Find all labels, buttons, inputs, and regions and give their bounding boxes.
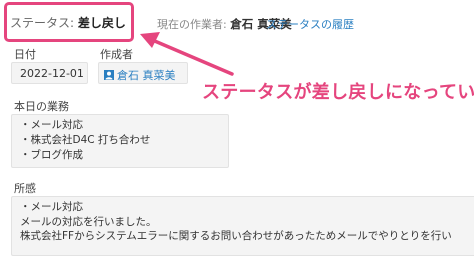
list-item: ・メール対応	[20, 119, 83, 131]
status-indicator: ステータス: 差し戻し	[10, 14, 126, 31]
list-item: ・株式会社D4C 打ち合わせ	[20, 134, 151, 146]
date-label: 日付	[14, 48, 36, 61]
impressions-label: 所感	[14, 182, 36, 195]
user-avatar-icon	[104, 70, 114, 80]
author-name-link[interactable]: 倉石 真菜美	[117, 69, 176, 82]
impressions-field: ・メール対応 メールの対応を行いました。 株式会社FFからシステムエラーに関する…	[11, 196, 474, 256]
text-line: 株式会社FFからシステムエラーに関するお問い合わせがあったためメールでやりとりを…	[20, 230, 452, 242]
status-history-link[interactable]: ステータスの履歴	[266, 16, 354, 32]
status-value: 差し戻し	[77, 16, 126, 30]
text-line: ・メール対応	[20, 201, 83, 213]
list-item: ・ブログ作成	[20, 149, 83, 161]
date-field: 2022-12-01	[11, 62, 88, 84]
status-label: ステータス:	[10, 16, 78, 30]
text-line: メールの対応を行いました。	[20, 215, 157, 228]
author-field: 倉石 真菜美	[98, 62, 188, 84]
author-label: 作成者	[100, 48, 133, 61]
business-label: 本日の業務	[14, 100, 69, 113]
business-field: ・メール対応 ・株式会社D4C 打ち合わせ ・ブログ作成	[11, 114, 229, 168]
annotation-callout: ステータスが差し戻しになっている	[202, 82, 474, 103]
